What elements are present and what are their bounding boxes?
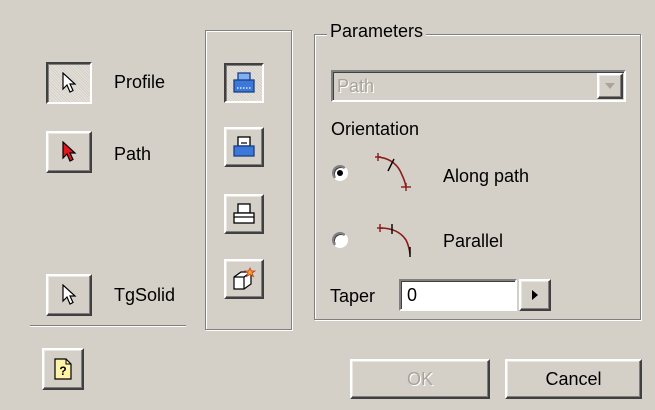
sweep-shell-button[interactable]: [224, 63, 264, 103]
cancel-button[interactable]: Cancel: [505, 359, 642, 399]
tgsolid-label: TgSolid: [114, 285, 176, 305]
profile-label: Profile: [114, 72, 166, 92]
path-select-button[interactable]: [46, 131, 92, 173]
help-button[interactable]: ?: [42, 348, 84, 390]
parallel-radio[interactable]: [332, 232, 348, 248]
arrow-cursor-icon: [62, 72, 77, 93]
separator: [30, 325, 186, 327]
svg-text:?: ?: [59, 364, 66, 378]
sweep-bottom-button[interactable]: [224, 194, 264, 234]
help-icon: ?: [54, 358, 72, 380]
dropdown-arrow-button[interactable]: [597, 73, 623, 99]
sweep-box-star-icon: [233, 267, 257, 290]
along-path-label: Along path: [443, 166, 530, 186]
along-path-icon: [375, 153, 411, 191]
parallel-icon: [377, 224, 411, 257]
taper-input[interactable]: 0: [399, 279, 517, 311]
profile-select-button[interactable]: [46, 62, 92, 104]
sweep-top-button[interactable]: [224, 127, 264, 167]
taper-expand-button[interactable]: [519, 279, 551, 311]
ok-button[interactable]: OK: [350, 359, 490, 399]
path-dropdown-value: Path: [337, 76, 375, 96]
path-dropdown[interactable]: Path: [331, 70, 626, 102]
red-arrow-cursor-icon: [62, 141, 77, 162]
orientation-label: Orientation: [331, 119, 420, 139]
taper-label: Taper: [330, 286, 376, 306]
taper-value: 0: [407, 285, 418, 305]
ok-button-label: OK: [406, 368, 433, 389]
path-label: Path: [114, 144, 152, 164]
cancel-button-label: Cancel: [545, 368, 602, 389]
arrow-cursor-icon: [62, 284, 77, 305]
sweep-bottom-icon: [233, 203, 255, 224]
along-path-radio[interactable]: [332, 165, 348, 181]
sweep-box-star-button[interactable]: [224, 259, 264, 299]
sweep-shell-icon: [233, 72, 255, 93]
sweep-top-icon: [233, 136, 255, 157]
chevron-down-icon: [605, 83, 615, 89]
parameters-group-title: Parameters: [327, 21, 427, 42]
chevron-right-icon: [532, 290, 538, 300]
parallel-label: Parallel: [443, 231, 504, 251]
tgsolid-select-button[interactable]: [46, 274, 92, 316]
